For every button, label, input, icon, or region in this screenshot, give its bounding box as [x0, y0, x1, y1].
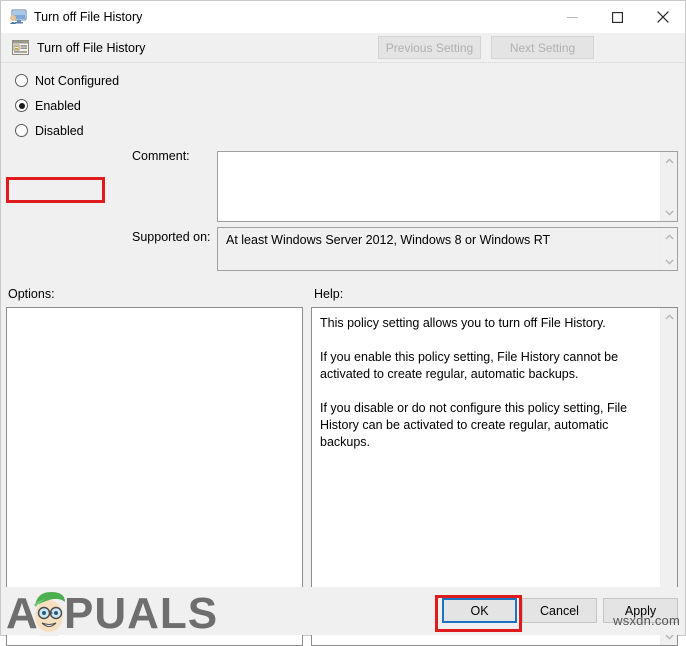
window-controls — [550, 1, 685, 33]
window-title: Turn off File History — [34, 10, 143, 24]
supported-on-label: Supported on: — [132, 230, 211, 244]
maximize-button[interactable] — [595, 1, 640, 33]
comment-scroll-up-button[interactable] — [661, 152, 678, 169]
radio-enabled[interactable]: Enabled — [11, 93, 123, 118]
ok-button[interactable]: OK — [442, 598, 517, 623]
help-text: This policy setting allows you to turn o… — [320, 315, 655, 451]
radio-not-configured[interactable]: Not Configured — [11, 68, 123, 93]
close-button[interactable] — [640, 1, 685, 33]
supported-scroll-up-button[interactable] — [661, 228, 678, 245]
previous-setting-button[interactable]: Previous Setting — [378, 36, 481, 59]
comment-scroll-down-button[interactable] — [661, 204, 678, 221]
radio-enabled-label: Enabled — [35, 98, 81, 113]
chevron-up-icon — [665, 157, 674, 163]
policy-setting-icon — [12, 39, 29, 56]
chevron-up-icon — [665, 313, 674, 319]
policy-header-band: Turn off File History Previous Setting N… — [1, 33, 685, 63]
radio-disabled-mark — [15, 124, 28, 137]
minimize-icon — [567, 16, 578, 18]
policy-title: Turn off File History — [37, 40, 146, 55]
radio-disabled-label: Disabled — [35, 123, 84, 138]
options-label: Options: — [8, 287, 55, 301]
help-paragraph: If you disable or do not configure this … — [320, 401, 628, 449]
monitor-icon — [9, 9, 27, 25]
title-bar: Turn off File History — [1, 1, 685, 33]
help-label: Help: — [314, 287, 344, 301]
close-icon — [656, 11, 669, 23]
policy-state-radio-group: Not Configured Enabled Disabled — [11, 68, 123, 143]
help-paragraph: If you enable this policy setting, File … — [320, 350, 619, 381]
chevron-down-icon — [665, 210, 674, 216]
dialog-footer: OK Cancel Apply — [1, 587, 685, 635]
setting-navigation: Previous Setting Next Setting — [378, 36, 594, 59]
supported-on-scrollbar[interactable] — [660, 228, 677, 270]
radio-enabled-mark — [15, 99, 28, 112]
radio-disabled[interactable]: Disabled — [11, 118, 123, 143]
chevron-up-icon — [665, 233, 674, 239]
next-setting-button[interactable]: Next Setting — [491, 36, 594, 59]
supported-scroll-down-button[interactable] — [661, 253, 678, 270]
apply-button[interactable]: Apply — [603, 598, 678, 623]
cancel-button[interactable]: Cancel — [522, 598, 597, 623]
help-scroll-up-button[interactable] — [661, 308, 678, 325]
enabled-annotation-box — [6, 177, 105, 203]
supported-on-box: At least Windows Server 2012, Windows 8 … — [217, 227, 678, 271]
help-paragraph: This policy setting allows you to turn o… — [320, 316, 606, 330]
policy-setting-dialog: Turn off File History Turn off File Hist… — [0, 0, 686, 646]
dialog-body: Not Configured Enabled Disabled Comment: — [1, 63, 685, 646]
maximize-icon — [612, 11, 623, 23]
minimize-button[interactable] — [550, 1, 595, 33]
chevron-down-icon — [665, 259, 674, 265]
supported-on-value: At least Windows Server 2012, Windows 8 … — [226, 233, 551, 247]
radio-not-configured-mark — [15, 74, 28, 87]
comment-textarea[interactable] — [217, 151, 678, 222]
radio-not-configured-label: Not Configured — [35, 73, 120, 88]
comment-scrollbar[interactable] — [660, 152, 677, 221]
comment-label: Comment: — [132, 149, 190, 163]
